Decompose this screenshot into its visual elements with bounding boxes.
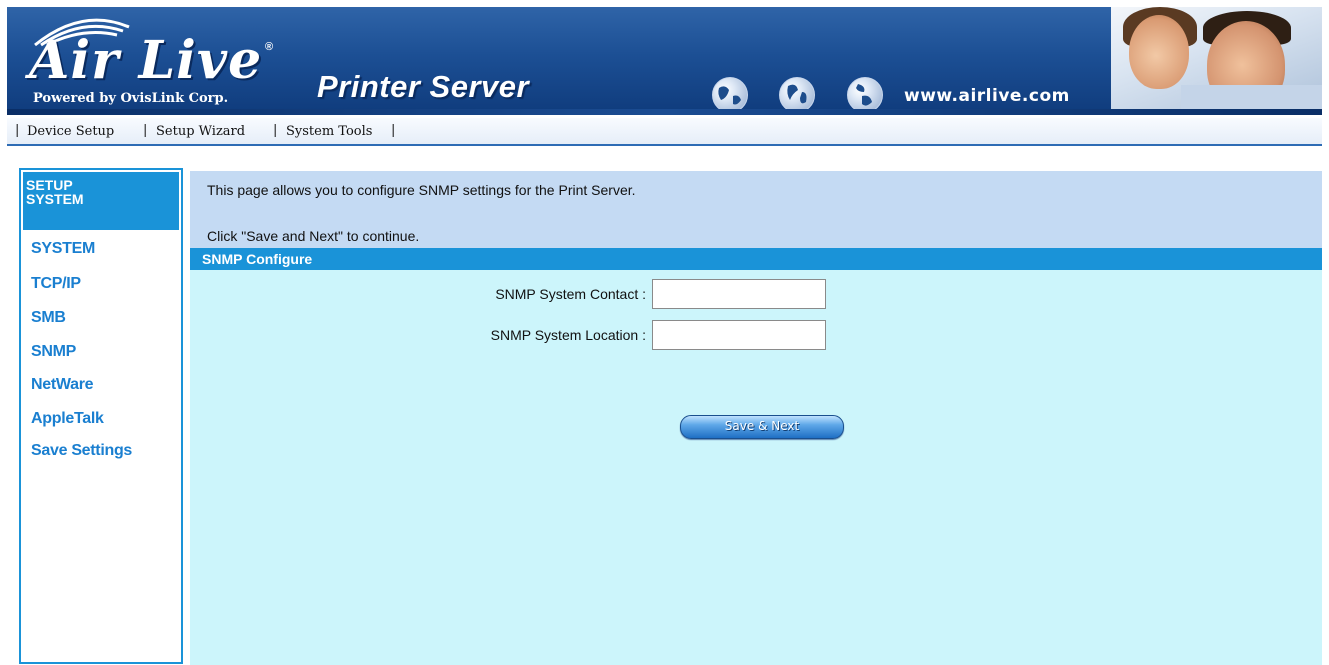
intro-description: This page allows you to configure SNMP s…	[207, 182, 636, 198]
sidebar-item-save-settings[interactable]: Save Settings	[31, 442, 132, 460]
nav-system-tools[interactable]: System Tools	[286, 124, 372, 139]
sidebar-item-system[interactable]: SYSTEM	[31, 240, 95, 258]
powered-by-text: Powered by OvisLink Corp.	[33, 91, 229, 106]
sidebar-heading: SETUP SYSTEM	[23, 172, 179, 230]
snmp-location-label: SNMP System Location :	[490, 327, 646, 343]
globe-icon	[847, 77, 883, 113]
nav-device-setup[interactable]: Device Setup	[27, 124, 114, 139]
save-next-button[interactable]: Save & Next	[680, 415, 844, 439]
brand-logo: Air Live	[29, 30, 263, 91]
header-banner: Air Live ® Powered by OvisLink Corp. Pri…	[7, 7, 1322, 115]
intro-panel: This page allows you to configure SNMP s…	[190, 171, 1322, 248]
nav-separator: |	[273, 123, 278, 138]
snmp-contact-label: SNMP System Contact :	[495, 286, 646, 302]
nav-separator: |	[391, 123, 396, 138]
globe-icon	[712, 77, 748, 113]
sidebar-item-netware[interactable]: NetWare	[31, 376, 94, 394]
sidebar-item-snmp[interactable]: SNMP	[31, 343, 76, 361]
globe-icon	[779, 77, 815, 113]
sidebar-heading-line1: SETUP	[26, 177, 73, 193]
website-link[interactable]: www.airlive.com	[904, 86, 1070, 106]
product-title: Printer Server	[317, 69, 530, 104]
intro-instruction: Click "Save and Next" to continue.	[207, 228, 420, 244]
snmp-location-input[interactable]	[652, 320, 826, 350]
sidebar: SETUP SYSTEM SYSTEM TCP/IP SMB SNMP NetW…	[19, 168, 183, 664]
nav-setup-wizard[interactable]: Setup Wizard	[156, 124, 245, 139]
top-navigation: | Device Setup | Setup Wizard | System T…	[7, 118, 1322, 146]
nav-separator: |	[143, 123, 148, 138]
sidebar-heading-line2: SYSTEM	[26, 191, 84, 207]
banner-photo	[1111, 7, 1322, 115]
sidebar-item-tcpip[interactable]: TCP/IP	[31, 275, 81, 293]
sidebar-item-smb[interactable]: SMB	[31, 309, 66, 327]
nav-separator: |	[15, 123, 20, 138]
content-area: SNMP System Contact : SNMP System Locati…	[190, 270, 1322, 665]
registered-mark: ®	[265, 41, 274, 53]
snmp-contact-input[interactable]	[652, 279, 826, 309]
section-title: SNMP Configure	[202, 251, 313, 267]
sidebar-item-appletalk[interactable]: AppleTalk	[31, 410, 104, 428]
section-header: SNMP Configure	[190, 248, 1322, 270]
